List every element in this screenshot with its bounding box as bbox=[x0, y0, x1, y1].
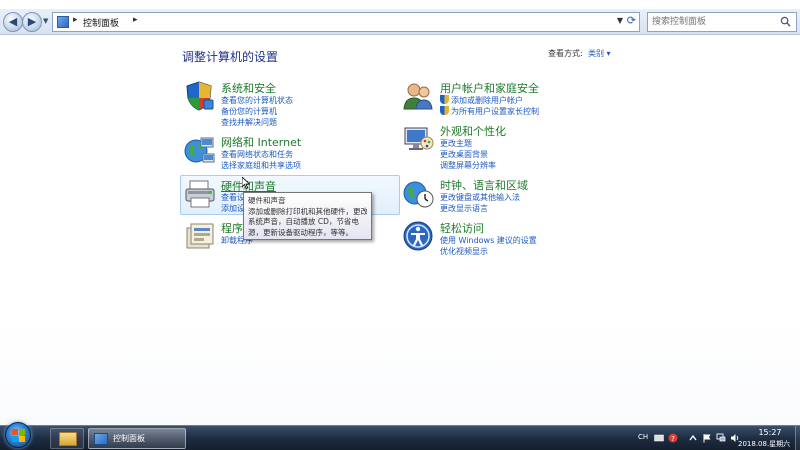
link-text[interactable]: 添加或删除用户帐户 bbox=[451, 96, 523, 105]
action-center-flag-icon[interactable] bbox=[702, 433, 712, 443]
tooltip-line: 硬件和声音 bbox=[248, 196, 286, 205]
category-title-ease-of-access[interactable]: 轻松访问 bbox=[440, 220, 484, 236]
printer-icon bbox=[185, 180, 215, 208]
hardware-sound-tooltip: 硬件和声音 添加或删除打印机和其他硬件，更改 系统声音，自动播放 CD，节省电 … bbox=[243, 192, 372, 240]
category-title-clock-language-region[interactable]: 时钟、语言和区域 bbox=[440, 177, 528, 193]
category-title-user-accounts[interactable]: 用户帐户和家庭安全 bbox=[440, 80, 539, 96]
ease-of-access-icon bbox=[403, 221, 433, 251]
link-change-theme[interactable]: 更改主题 bbox=[440, 138, 472, 149]
link-view-network-status[interactable]: 查看网络状态和任务 bbox=[221, 149, 293, 160]
address-field[interactable]: ▸ 控制面板 ▸ ▼ ⟳ bbox=[52, 12, 640, 32]
view-by-label: 查看方式: bbox=[548, 49, 583, 58]
link-change-display-language[interactable]: 更改显示语言 bbox=[440, 203, 488, 214]
link-optimize-video-display[interactable]: 优化视频显示 bbox=[440, 246, 488, 257]
users-icon bbox=[403, 83, 433, 110]
refresh-icon[interactable]: ⟳ bbox=[627, 14, 636, 27]
recent-pages-dropdown-icon[interactable]: ▼ bbox=[43, 17, 51, 27]
forward-button[interactable]: ▶ bbox=[22, 12, 42, 32]
category-network-internet: 网络和 Internet 查看网络状态和任务 选择家庭组和共享选项 bbox=[183, 134, 403, 178]
language-indicator[interactable]: CH bbox=[638, 433, 648, 441]
breadcrumb-separator[interactable]: ▸ bbox=[73, 15, 78, 25]
view-by-dropdown[interactable]: 类别 ▾ bbox=[588, 48, 611, 59]
taskbar: 控制面板 CH ? 15:27 2018.08.星期六 bbox=[0, 422, 800, 450]
link-parental-controls[interactable]: 为所有用户设置家长控制 bbox=[440, 106, 539, 117]
shield-icon bbox=[186, 81, 214, 111]
link-view-computer-status[interactable]: 查看您的计算机状态 bbox=[221, 95, 293, 106]
breadcrumb-control-panel[interactable]: 控制面板 bbox=[83, 16, 119, 29]
taskbar-task-label: 控制面板 bbox=[113, 434, 145, 443]
tooltip-line: 系统声音，自动播放 CD，节省电 bbox=[248, 217, 359, 226]
tooltip-line: 源，更新设备驱动程序，等等。 bbox=[248, 227, 353, 237]
link-homegroup-sharing[interactable]: 选择家庭组和共享选项 bbox=[221, 160, 301, 171]
category-user-accounts: 用户帐户和家庭安全 添加或删除用户帐户 为所有用户设置家长控制 bbox=[402, 80, 622, 124]
control-panel-icon bbox=[94, 433, 108, 445]
link-change-desktop-background[interactable]: 更改桌面背景 bbox=[440, 149, 488, 160]
windows-logo-icon bbox=[12, 429, 25, 442]
show-desktop-button[interactable] bbox=[795, 426, 800, 450]
back-button[interactable]: ◀ bbox=[3, 12, 23, 32]
programs-icon bbox=[186, 223, 214, 249]
uac-shield-icon bbox=[440, 106, 449, 115]
link-adjust-resolution[interactable]: 调整屏幕分辨率 bbox=[440, 160, 496, 171]
network-globe-icon bbox=[184, 137, 215, 163]
tooltip-line: 添加或删除打印机和其他硬件，更改 bbox=[248, 206, 367, 216]
appearance-icon bbox=[404, 127, 434, 150]
taskbar-control-panel-button[interactable]: 控制面板 bbox=[88, 428, 186, 449]
clock-date[interactable]: 2018.08.星期六 bbox=[738, 439, 790, 449]
page-title: 调整计算机的设置 bbox=[182, 50, 279, 64]
link-add-remove-accounts[interactable]: 添加或删除用户帐户 bbox=[440, 95, 523, 106]
category-system-security: 系统和安全 查看您的计算机状态 备份您的计算机 查找并解决问题 bbox=[183, 80, 403, 127]
link-windows-suggested-settings[interactable]: 使用 Windows 建议的设置 bbox=[440, 235, 537, 246]
category-clock-language-region: 时钟、语言和区域 更改键盘或其他输入法 更改显示语言 bbox=[402, 177, 622, 221]
address-history-dropdown-icon[interactable]: ▼ bbox=[617, 16, 623, 25]
mouse-cursor-icon bbox=[242, 177, 250, 189]
control-panel-icon bbox=[57, 16, 69, 28]
category-title-network-internet[interactable]: 网络和 Internet bbox=[221, 134, 301, 150]
keyboard-icon[interactable] bbox=[654, 433, 664, 443]
network-status-icon[interactable] bbox=[716, 433, 726, 443]
link-troubleshoot[interactable]: 查找并解决问题 bbox=[221, 117, 277, 128]
help-icon[interactable]: ? bbox=[668, 433, 678, 443]
folder-icon bbox=[59, 432, 77, 446]
show-hidden-icons-icon[interactable] bbox=[688, 433, 698, 443]
breadcrumb-separator[interactable]: ▸ bbox=[133, 15, 138, 25]
search-field[interactable] bbox=[647, 12, 797, 32]
category-title-system-security[interactable]: 系统和安全 bbox=[221, 80, 276, 96]
category-appearance: 外观和个性化 更改主题 更改桌面背景 调整屏幕分辨率 bbox=[402, 123, 622, 170]
control-panel-window: ◀ ▶ ▼ ▸ 控制面板 ▸ ▼ ⟳ 调整计算机的设置 查看方式: 类别 ▾ bbox=[0, 0, 800, 425]
system-tray: CH ? bbox=[636, 426, 746, 450]
clock-time[interactable]: 15:27 bbox=[744, 428, 796, 437]
link-backup-computer[interactable]: 备份您的计算机 bbox=[221, 106, 277, 117]
clock-globe-icon bbox=[403, 181, 434, 208]
search-icon[interactable] bbox=[780, 16, 791, 27]
category-title-appearance[interactable]: 外观和个性化 bbox=[440, 123, 506, 139]
category-title-programs[interactable]: 程序 bbox=[221, 220, 243, 236]
category-ease-of-access: 轻松访问 使用 Windows 建议的设置 优化视频显示 bbox=[402, 220, 622, 264]
start-button[interactable] bbox=[5, 422, 31, 448]
address-bar: ◀ ▶ ▼ ▸ 控制面板 ▸ ▼ ⟳ bbox=[0, 9, 800, 35]
link-change-input-method[interactable]: 更改键盘或其他输入法 bbox=[440, 192, 520, 203]
taskbar-explorer-button[interactable] bbox=[50, 428, 84, 449]
link-text[interactable]: 为所有用户设置家长控制 bbox=[451, 107, 539, 116]
svg-text:?: ? bbox=[671, 435, 675, 443]
uac-shield-icon bbox=[440, 95, 449, 104]
search-input[interactable] bbox=[648, 13, 773, 31]
